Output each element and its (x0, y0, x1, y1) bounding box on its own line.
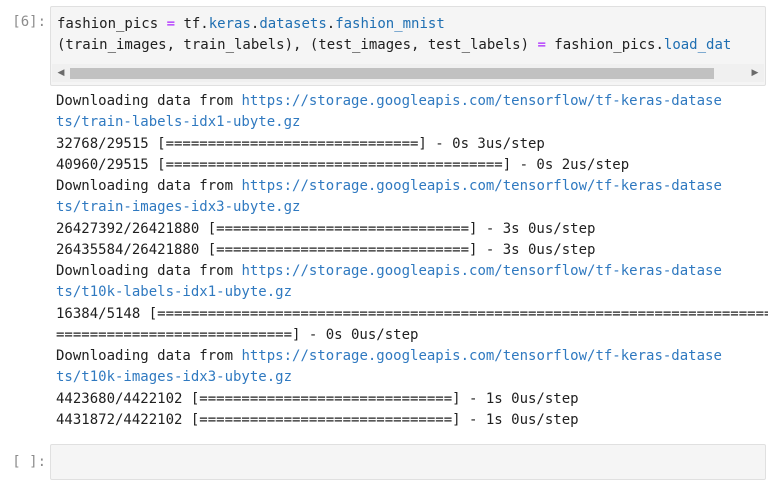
output-line: 26435584/26421880 [=====================… (56, 240, 768, 261)
cell-output: Downloading data from https://storage.go… (56, 91, 768, 431)
scroll-right-icon[interactable]: ▶ (746, 64, 764, 82)
output-line: ============================] - 0s 0us/s… (56, 325, 768, 346)
output-text: Downloading data from (56, 93, 242, 109)
horizontal-scrollbar[interactable]: ◀ ▶ (52, 64, 764, 82)
cell-prompt: [6]: (12, 14, 46, 30)
code-token: . (326, 16, 336, 32)
code-operator: = (166, 16, 176, 32)
output-text: 16384/5148 [============================… (56, 305, 768, 322)
code-token: fashion_pics (57, 16, 167, 32)
download-link[interactable]: https://storage.googleapis.com/tensorflo… (241, 93, 721, 109)
output-line: Downloading data from https://storage.go… (56, 176, 768, 197)
code-editor[interactable] (50, 444, 766, 480)
download-link[interactable]: https://storage.googleapis.com/tensorflo… (241, 263, 721, 279)
code-attribute: load_dat (663, 37, 732, 53)
scroll-left-icon[interactable]: ◀ (52, 64, 70, 82)
output-line: ts/train-images-idx3-ubyte.gz (56, 197, 768, 218)
output-line: 16384/5148 [============================… (56, 304, 768, 325)
cell-prompt: [ ]: (12, 454, 46, 470)
output-line: ts/train-labels-idx1-ubyte.gz (56, 112, 768, 133)
scroll-thumb[interactable] (70, 68, 714, 79)
code-cell[interactable]: [6]: fashion_pics = tf.keras.datasets.fa… (0, 0, 774, 88)
download-link[interactable]: ts/t10k-images-idx3-ubyte.gz (56, 369, 292, 385)
output-line: 4423680/4422102 [=======================… (56, 389, 768, 410)
download-link[interactable]: ts/train-images-idx3-ubyte.gz (56, 199, 300, 215)
code-operator: = (537, 37, 546, 53)
output-text: ============================] - 0s 0us/s… (56, 326, 419, 343)
output-text: 4423680/4422102 [=======================… (56, 390, 579, 407)
code-token: fashion_pics. (545, 37, 664, 53)
output-line: 32768/29515 [===========================… (56, 134, 768, 155)
output-text: 26427392/26421880 [=====================… (56, 220, 596, 237)
download-link[interactable]: https://storage.googleapis.com/tensorflo… (241, 348, 721, 364)
download-link[interactable]: ts/t10k-labels-idx1-ubyte.gz (56, 284, 292, 300)
output-line: Downloading data from https://storage.go… (56, 261, 768, 282)
output-text: Downloading data from (56, 178, 242, 194)
code-token: tf. (175, 16, 209, 32)
empty-code-cell[interactable]: [ ]: (0, 444, 774, 484)
output-line: ts/t10k-images-idx3-ubyte.gz (56, 367, 768, 388)
code-attribute: datasets (259, 16, 327, 32)
code-line-2: (train_images, train_labels), (test_imag… (57, 35, 731, 55)
output-line: Downloading data from https://storage.go… (56, 91, 768, 112)
output-text: 4431872/4422102 [=======================… (56, 411, 579, 428)
output-line: 40960/29515 [===========================… (56, 155, 768, 176)
output-text: 32768/29515 [===========================… (56, 135, 545, 152)
code-attribute: keras (208, 16, 251, 32)
download-link[interactable]: https://storage.googleapis.com/tensorflo… (241, 178, 721, 194)
output-line: ts/t10k-labels-idx1-ubyte.gz (56, 282, 768, 303)
code-editor[interactable]: fashion_pics = tf.keras.datasets.fashion… (50, 6, 766, 86)
output-text: Downloading data from (56, 263, 242, 279)
code-token: (train_images, train_labels), (test_imag… (57, 37, 538, 53)
output-line: 4431872/4422102 [=======================… (56, 410, 768, 431)
output-text: Downloading data from (56, 348, 242, 364)
output-line: Downloading data from https://storage.go… (56, 346, 768, 367)
code-line-1: fashion_pics = tf.keras.datasets.fashion… (57, 14, 445, 34)
output-line: 26427392/26421880 [=====================… (56, 219, 768, 240)
output-text: 40960/29515 [===========================… (56, 156, 630, 173)
download-link[interactable]: ts/train-labels-idx1-ubyte.gz (56, 114, 300, 130)
code-attribute: fashion_mnist (335, 16, 445, 32)
output-text: 26435584/26421880 [=====================… (56, 241, 596, 258)
